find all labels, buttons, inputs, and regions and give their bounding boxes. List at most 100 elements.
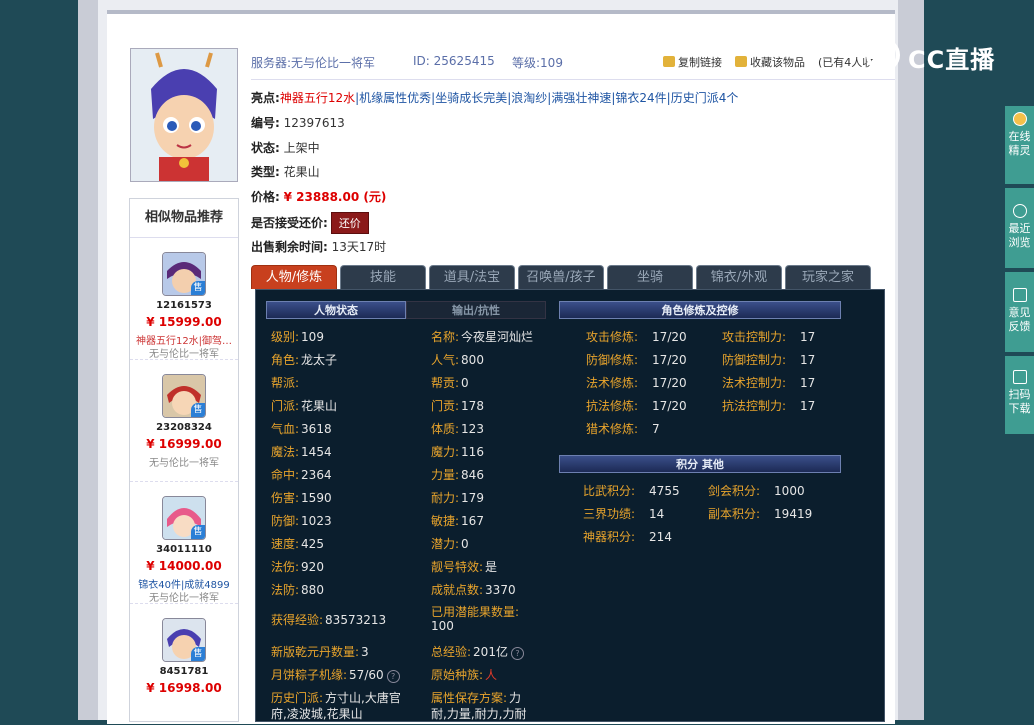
stat-field: 法伤: 920 <box>271 560 324 574</box>
stat-field: 人气: 800 <box>431 353 484 367</box>
status-line: 状态: 上架中 <box>251 141 320 155</box>
price-line: 价格: ¥ 23888.00 (元) <box>251 190 387 204</box>
stat-field: 角色: 龙太子 <box>271 353 338 367</box>
recent-browse-button[interactable]: 最近 浏览 <box>1005 188 1034 268</box>
score-field: 神器积分: 214 <box>583 530 672 544</box>
price-value: ¥ 23888.00 (元) <box>283 190 387 204</box>
tab-skills[interactable]: 技能 <box>340 265 426 289</box>
character-detail-panel: 人物状态 输出/抗性 角色修炼及控修 积分 其他 级别: 109 角色: 龙太子 帮… <box>255 289 885 722</box>
sale-tag: 售 <box>191 525 205 539</box>
stat-field: 靓号特效: 是 <box>431 560 498 574</box>
tab-mounts[interactable]: 坐骑 <box>607 265 693 289</box>
stat-field: 法防: 880 <box>271 583 324 597</box>
sale-tag: 售 <box>191 281 205 295</box>
item-thumbnail[interactable]: 售 <box>162 374 206 418</box>
recommend-server: 无与伦比一将军 <box>149 593 219 604</box>
section-header: 角色修炼及控修 <box>559 301 841 319</box>
recommend-price: ¥ 16999.00 <box>146 437 222 451</box>
control-field: 攻击控制力: 17 <box>722 330 816 344</box>
stat-field: 门派: 花果山 <box>271 399 338 413</box>
section-header[interactable]: 人物状态 <box>266 301 406 319</box>
tab-items[interactable]: 道具/法宝 <box>429 265 515 289</box>
cultivation-field: 攻击修炼: 17/20 <box>586 330 687 344</box>
avatar-icon <box>1012 112 1027 126</box>
online-assistant-button[interactable]: 在线 精灵 <box>1005 106 1034 184</box>
feedback-button[interactable]: 意见 反馈 <box>1005 272 1034 352</box>
highlight-link[interactable]: 机缘属性优秀 <box>359 91 431 105</box>
stat-field: 名称: 今夜星河灿烂 <box>431 330 534 344</box>
control-field: 法术控制力: 17 <box>722 376 816 390</box>
remaining-time-line: 出售剩余时间: 13天17时 <box>251 240 387 254</box>
recommend-server: 无与伦比一将军 <box>149 349 219 360</box>
favorite-count: (已有4人收 <box>818 56 874 69</box>
edit-icon <box>1012 288 1027 302</box>
header-divider <box>251 79 895 80</box>
recommend-item[interactable]: 售 8451781 ¥ 16998.00 <box>130 604 238 725</box>
tab-home[interactable]: 玩家之家 <box>785 265 871 289</box>
highlight-link[interactable]: 历史门派4个 <box>671 91 739 105</box>
scan-download-button[interactable]: 扫码 下载 <box>1005 356 1034 434</box>
copy-link-button[interactable]: 复制链接 <box>663 54 722 70</box>
item-id: ID: 25625415 <box>413 54 495 68</box>
section-header: 积分 其他 <box>559 455 841 473</box>
haggle-button[interactable]: 还价 <box>330 212 369 234</box>
tab-character[interactable]: 人物/修炼 <box>251 265 337 289</box>
score-field: 三界功绩: 14 <box>583 507 665 521</box>
highlight-link[interactable]: 神器五行12水 <box>280 91 355 105</box>
help-icon[interactable]: ? <box>386 670 400 683</box>
history-field-cont: 府,凌波城,花果山 <box>271 707 363 721</box>
stat-field: 级别: 109 <box>271 330 324 344</box>
cultivation-field: 法术修炼: 17/20 <box>586 376 687 390</box>
section-header[interactable]: 输出/抗性 <box>406 301 546 319</box>
sidebar-title: 相似物品推荐 <box>130 199 238 238</box>
stat-field: 敏捷: 167 <box>431 514 484 528</box>
stat-field: 门贡: 178 <box>431 399 484 413</box>
stat-field: 潜力: 0 <box>431 537 469 551</box>
help-icon[interactable]: ? <box>510 647 524 660</box>
server-info: 服务器:无与伦比一将军 <box>251 56 376 70</box>
item-thumbnail[interactable]: 售 <box>162 252 206 296</box>
sale-tag: 售 <box>191 647 205 661</box>
recommend-id: 8451781 <box>159 666 209 677</box>
score-field: 比武积分: 4755 <box>583 484 680 498</box>
stat-field: 成就点数: 3370 <box>431 583 516 597</box>
stat-field: 气血: 3618 <box>271 422 332 436</box>
clock-icon <box>1012 204 1027 218</box>
tab-pets[interactable]: 召唤兽/孩子 <box>518 265 604 289</box>
stat-field: 命中: 2364 <box>271 468 332 482</box>
attr-scheme-field: 属性保存方案: 力 <box>431 691 522 705</box>
recommend-id: 34011110 <box>156 544 212 555</box>
exp-field: 获得经验: 83573213 <box>271 613 387 627</box>
stat-field: 魔力: 116 <box>431 445 484 459</box>
highlight-link[interactable]: 锦衣24件 <box>615 91 666 105</box>
recommend-price: ¥ 14000.00 <box>146 559 222 573</box>
recommend-item[interactable]: 售 12161573 ¥ 15999.00 神器五行12水|御驾… 无与伦比一将… <box>130 238 238 360</box>
stat-field: 伤害: 1590 <box>271 491 332 505</box>
potential-value: 100 <box>431 619 454 633</box>
highlight-link[interactable]: 坐骑成长完美 <box>435 91 507 105</box>
recommend-price: ¥ 16998.00 <box>146 681 222 695</box>
favorite-button[interactable]: 收藏该物品 <box>735 54 805 70</box>
recommend-id: 12161573 <box>156 300 212 311</box>
item-thumbnail[interactable]: 售 <box>162 618 206 662</box>
type-line: 类型: 花果山 <box>251 165 320 179</box>
tab-outfits[interactable]: 锦衣/外观 <box>696 265 782 289</box>
sale-tag: 售 <box>191 403 205 417</box>
potential-field: 已用潜能果数量: <box>431 605 520 619</box>
stat-field: 体质: 123 <box>431 422 484 436</box>
total-exp-field: 总经验: 201亿? <box>431 643 524 660</box>
window-frame-right <box>898 0 924 720</box>
stat-field: 速度: 425 <box>271 537 324 551</box>
window-frame-left <box>78 0 98 720</box>
attr-scheme-cont: 耐,力量,耐力,力耐 <box>431 707 527 721</box>
highlights-line: 亮点:神器五行12水|机缘属性优秀|坐骑成长完美|浪淘纱|满强壮神速|锦衣24件… <box>251 91 739 105</box>
item-thumbnail[interactable]: 售 <box>162 496 206 540</box>
recommend-item[interactable]: 售 34011110 ¥ 14000.00 锦衣40件|成就4899 无与伦比一… <box>130 482 238 604</box>
control-field: 防御控制力: 17 <box>722 353 816 367</box>
highlight-link[interactable]: 浪淘纱 <box>511 91 547 105</box>
recommend-item[interactable]: 售 23208324 ¥ 16999.00 无与伦比一将军 <box>130 360 238 482</box>
haggle-line: 是否接受还价: 还价 <box>251 212 369 234</box>
highlight-link[interactable]: 满强壮神速 <box>551 91 611 105</box>
stat-field: 帮贡: 0 <box>431 376 469 390</box>
stat-field: 防御: 1023 <box>271 514 332 528</box>
